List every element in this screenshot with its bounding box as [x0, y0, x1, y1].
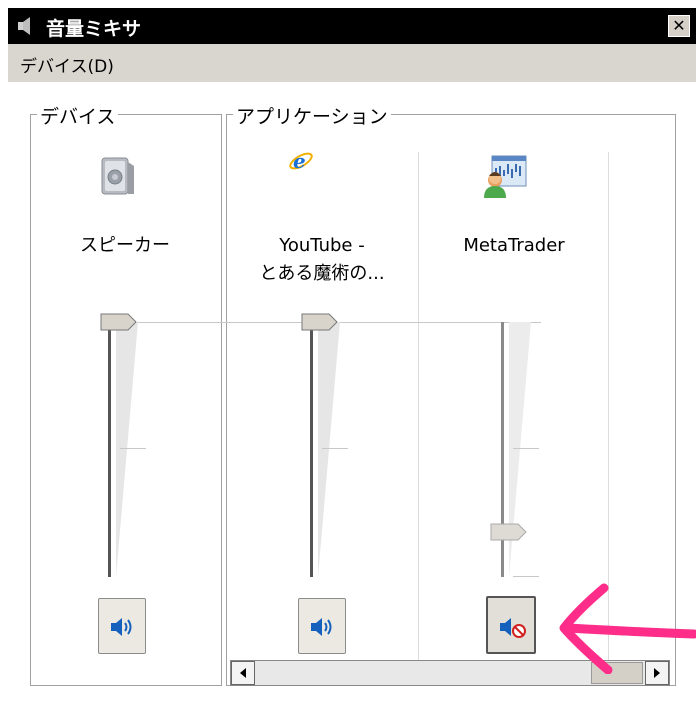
close-button[interactable]: ✕	[668, 15, 690, 37]
speaker-icon	[18, 17, 30, 35]
column-separator	[418, 152, 419, 660]
arrow-left-icon	[240, 668, 246, 678]
internet-explorer-icon: e	[289, 149, 313, 173]
menu-device[interactable]: デバイス(D)	[20, 52, 114, 77]
speaker-volume-icon	[111, 618, 132, 636]
metatrader-icon	[484, 155, 527, 198]
window-title: 音量ミキサ	[46, 18, 142, 40]
slider-tick	[120, 448, 146, 449]
volume-thumb-metatrader[interactable]	[490, 523, 530, 541]
slider-tick	[513, 576, 539, 577]
volume-slider-speaker[interactable]	[108, 322, 148, 582]
speaker-icon	[101, 157, 134, 195]
channel-name-speaker: スピーカー	[80, 235, 170, 256]
volume-mixer-window: 音量ミキサ ✕ デバイス(D) デバイス アプリケーション スピーカー e Yo…	[8, 8, 696, 714]
mute-button-speaker[interactable]	[98, 598, 146, 654]
speaker-volume-icon	[311, 618, 332, 636]
mute-button-youtube[interactable]	[298, 598, 346, 654]
volume-thumb-youtube[interactable]	[301, 313, 341, 331]
mixer-content: デバイス アプリケーション スピーカー e YouTube - とある魔術の..…	[8, 82, 696, 714]
slider-tick	[322, 448, 348, 449]
channel-name-youtube: YouTube - とある魔術の...	[259, 235, 385, 284]
svg-text:e: e	[293, 149, 306, 173]
slider-tick	[513, 448, 539, 449]
application-group-label: アプリケーション	[233, 102, 391, 129]
channel-name-metatrader: MetaTrader	[463, 235, 565, 256]
device-group-label: デバイス	[37, 102, 119, 129]
menu-bar: デバイス(D)	[8, 44, 696, 82]
title-bar: 音量ミキサ ✕	[8, 8, 696, 44]
mute-button-metatrader[interactable]	[486, 596, 536, 654]
annotation-arrow	[559, 583, 696, 674]
speaker-muted-icon	[500, 618, 526, 638]
volume-slider-metatrader[interactable]	[501, 322, 541, 582]
scroll-left-button[interactable]	[231, 661, 255, 685]
volume-slider-youtube[interactable]	[310, 322, 350, 582]
volume-thumb-speaker[interactable]	[100, 313, 140, 331]
